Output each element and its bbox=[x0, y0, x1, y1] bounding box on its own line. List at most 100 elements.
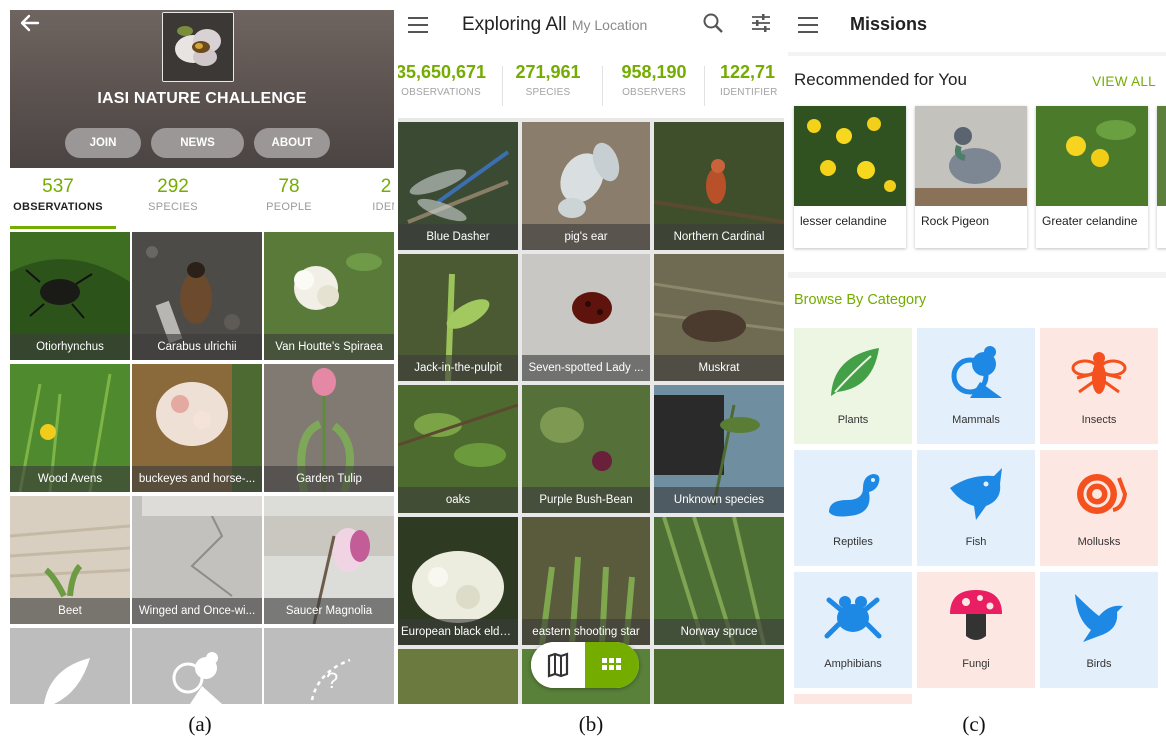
stat-species[interactable]: 271,961 SPECIES bbox=[504, 62, 592, 98]
category-reptiles[interactable]: Reptiles bbox=[794, 450, 912, 566]
observation-tile[interactable]: Muskrat bbox=[654, 254, 784, 381]
category-insects[interactable]: Insects bbox=[1040, 328, 1158, 444]
observation-tile[interactable]: Van Houtte's Spiraea bbox=[264, 232, 394, 360]
stat-identifiers[interactable]: 122,71 IDENTIFIER bbox=[720, 62, 784, 98]
category-plants[interactable]: Plants bbox=[794, 328, 912, 444]
observation-tile[interactable]: Blue Dasher bbox=[398, 122, 518, 250]
project-thumbnail bbox=[162, 12, 234, 82]
map-icon bbox=[547, 652, 569, 678]
tab-species[interactable]: 292 SPECIES bbox=[128, 176, 218, 213]
tile-label: Unknown species bbox=[654, 487, 784, 513]
view-all-link[interactable]: VIEW ALL bbox=[1092, 74, 1156, 89]
category-mammals[interactable]: Mammals bbox=[917, 328, 1035, 444]
recommended-card-partial[interactable] bbox=[1157, 106, 1166, 248]
map-view-button[interactable] bbox=[531, 642, 585, 688]
stat-observations[interactable]: 35,650,671 OBSERVATIONS bbox=[398, 62, 492, 98]
observation-tile[interactable]: European black elde... bbox=[398, 517, 518, 645]
observation-tile[interactable]: Beet bbox=[10, 496, 130, 624]
tile-label: Seven-spotted Lady ... bbox=[522, 355, 650, 381]
observation-tile[interactable]: Unknown species bbox=[654, 385, 784, 513]
leaf-icon bbox=[44, 658, 90, 704]
observation-tile[interactable]: Purple Bush-Bean bbox=[522, 385, 650, 513]
svg-text:?: ? bbox=[326, 668, 338, 693]
panel-explore: Exploring All My Location 35,650,671 OBS… bbox=[398, 10, 784, 704]
tile-label: Beet bbox=[10, 598, 130, 624]
panel-missions: Missions Recommended for You VIEW ALL le… bbox=[788, 10, 1166, 704]
observation-tile[interactable]: Carabus ulrichii bbox=[132, 232, 262, 360]
category-label: Insects bbox=[1081, 414, 1117, 426]
category-label: Mammals bbox=[952, 414, 1000, 426]
news-button[interactable]: NEWS bbox=[151, 128, 244, 158]
tab-people[interactable]: 78 PEOPLE bbox=[246, 176, 332, 213]
grid-view-button[interactable] bbox=[585, 642, 639, 688]
category-label: Fungi bbox=[962, 658, 990, 670]
panel-project: IASI NATURE CHALLENGE JOIN NEWS ABOUT 53… bbox=[10, 10, 394, 704]
recommended-card[interactable]: Greater celandine bbox=[1036, 106, 1148, 248]
search-icon[interactable] bbox=[702, 12, 724, 34]
celandine-photo bbox=[794, 106, 906, 206]
observation-tile[interactable]: Winged and Once-wi... bbox=[132, 496, 262, 624]
observation-tile[interactable]: Northern Cardinal bbox=[654, 122, 784, 250]
observation-tile[interactable]: Garden Tulip bbox=[264, 364, 394, 492]
back-arrow-icon[interactable] bbox=[18, 12, 40, 34]
frog-icon bbox=[824, 596, 882, 639]
about-button[interactable]: ABOUT bbox=[254, 128, 330, 158]
tile-label: European black elde... bbox=[398, 619, 518, 645]
missions-title: Missions bbox=[850, 14, 928, 34]
observation-tile[interactable]: eastern shooting star bbox=[522, 517, 650, 645]
category-label: Plants bbox=[837, 414, 869, 426]
observation-tile[interactable]: Seven-spotted Lady ... bbox=[522, 254, 650, 381]
observation-tile[interactable] bbox=[654, 649, 784, 704]
observation-tile[interactable]: oaks bbox=[398, 385, 518, 513]
join-button[interactable]: JOIN bbox=[65, 128, 141, 158]
observation-tile[interactable]: Norway spruce bbox=[654, 517, 784, 645]
category-label: Fish bbox=[965, 536, 987, 548]
stat-label: PEOPLE bbox=[266, 201, 312, 213]
category-fungi[interactable]: Fungi bbox=[917, 572, 1035, 688]
unknown-category-tile[interactable]: ? bbox=[264, 628, 394, 704]
browse-section: Browse By Category Plants Mammals Insect… bbox=[788, 278, 1166, 704]
location-text[interactable]: My Location bbox=[572, 17, 647, 33]
observation-tile[interactable]: Saucer Magnolia bbox=[264, 496, 394, 624]
category-partial[interactable] bbox=[794, 694, 912, 704]
stat-value: 292 bbox=[157, 176, 189, 197]
tab-identifiers[interactable]: 2 IDEN bbox=[366, 176, 394, 213]
recommended-card[interactable]: lesser celandine bbox=[794, 106, 906, 248]
stat-value: 2 bbox=[380, 176, 392, 197]
recommended-card[interactable]: Rock Pigeon bbox=[915, 106, 1027, 248]
card-photo bbox=[1157, 106, 1166, 206]
tile-label: Garden Tulip bbox=[264, 466, 394, 492]
view-toggle bbox=[531, 642, 639, 688]
category-mollusks[interactable]: Mollusks bbox=[1040, 450, 1158, 566]
insect-icon bbox=[1071, 352, 1127, 394]
menu-icon[interactable] bbox=[408, 16, 430, 34]
project-stats-bar: 537 OBSERVATIONS 292 SPECIES 78 PEOPLE 2… bbox=[10, 168, 394, 230]
observation-tile[interactable]: Wood Avens bbox=[10, 364, 130, 492]
tile-label: Wood Avens bbox=[10, 466, 130, 492]
tab-observations[interactable]: 537 OBSERVATIONS bbox=[10, 176, 106, 213]
stat-observers[interactable]: 958,190 OBSERVERS bbox=[604, 62, 704, 98]
plant-category-tile[interactable] bbox=[10, 628, 130, 704]
explore-title-text: Exploring All bbox=[462, 14, 567, 35]
observation-tile[interactable]: buckeyes and horse-... bbox=[132, 364, 262, 492]
explore-title: Exploring All My Location bbox=[462, 14, 647, 36]
filter-icon[interactable] bbox=[750, 12, 772, 34]
stat-divider bbox=[704, 66, 705, 106]
recommended-section: Recommended for You VIEW ALL lesser cela… bbox=[788, 56, 1166, 272]
observation-tile[interactable]: pig's ear bbox=[522, 122, 650, 250]
category-label: Reptiles bbox=[833, 536, 873, 548]
menu-icon[interactable] bbox=[798, 16, 820, 34]
observation-tile[interactable]: Jack-in-the-pulpit bbox=[398, 254, 518, 381]
stat-value: 958,190 bbox=[621, 62, 687, 82]
category-fish[interactable]: Fish bbox=[917, 450, 1035, 566]
mammal-category-tile[interactable] bbox=[132, 628, 262, 704]
category-amphibians[interactable]: Amphibians bbox=[794, 572, 912, 688]
observation-tile[interactable]: Otiorhynchus bbox=[10, 232, 130, 360]
category-label: Amphibians bbox=[824, 658, 882, 670]
explore-stats-bar: 35,650,671 OBSERVATIONS 271,961 SPECIES … bbox=[398, 60, 784, 112]
tile-label: Winged and Once-wi... bbox=[132, 598, 262, 624]
mushroom-icon bbox=[950, 590, 1002, 640]
observation-tile[interactable] bbox=[398, 649, 518, 704]
explore-top-bar: Exploring All My Location bbox=[398, 10, 784, 62]
category-birds[interactable]: Birds bbox=[1040, 572, 1158, 688]
